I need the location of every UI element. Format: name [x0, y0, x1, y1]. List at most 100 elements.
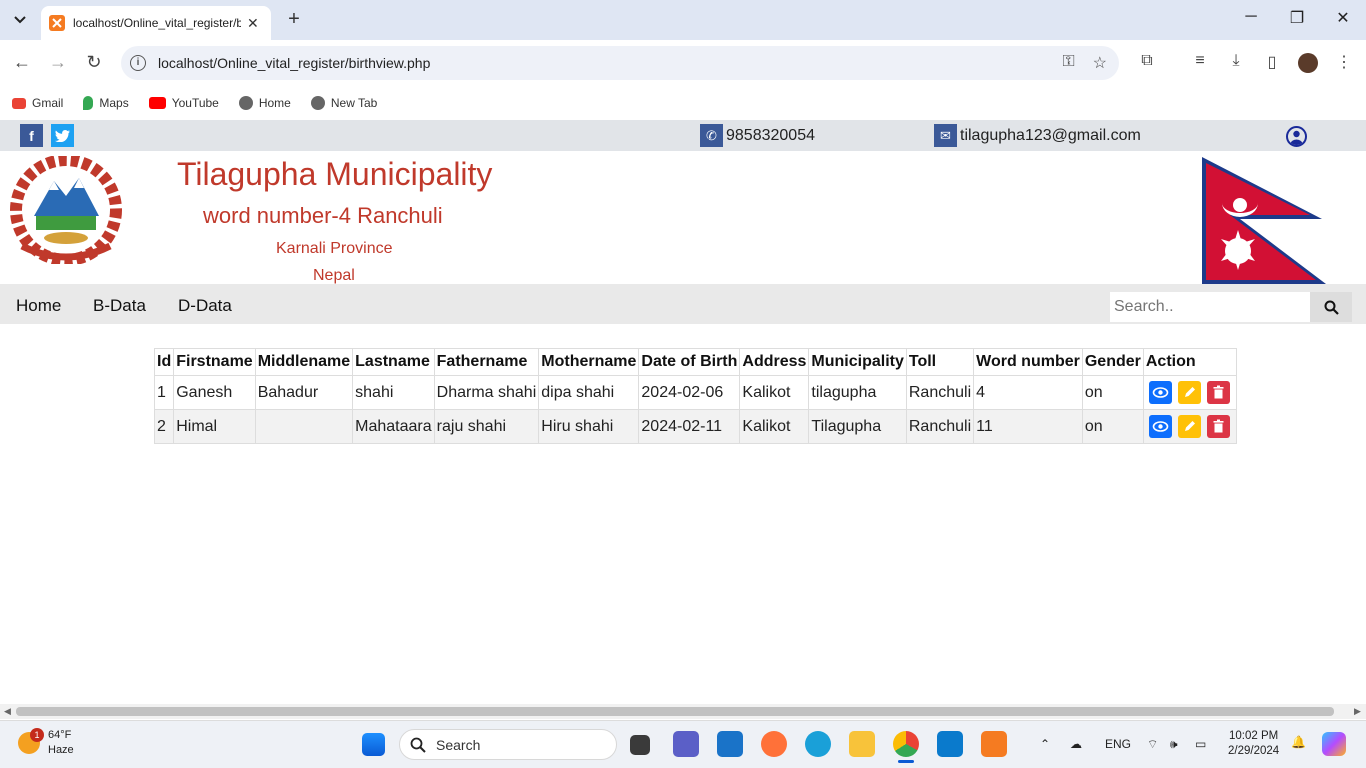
table-cell: raju shahi: [433, 409, 540, 444]
twitter-bird: [55, 129, 70, 142]
table-cell: Bahadur: [254, 375, 354, 410]
media-icon[interactable]: ≡: [1189, 52, 1211, 70]
nav-d-data[interactable]: D-Data: [178, 296, 232, 316]
profile-avatar[interactable]: [1298, 53, 1318, 73]
facebook-icon[interactable]: f: [20, 124, 43, 147]
table-cell: on: [1081, 375, 1144, 410]
password-key-icon[interactable]: ⚿: [1062, 53, 1074, 73]
edit-button[interactable]: [1177, 381, 1201, 404]
delete-button[interactable]: [1206, 415, 1230, 438]
bookmark-label: New Tab: [330, 96, 378, 110]
nepal-emblem-logo: [10, 156, 122, 264]
column-header: Word number: [973, 348, 1083, 376]
edit-button[interactable]: [1177, 415, 1201, 438]
table-cell: Himal: [173, 409, 256, 444]
new-tab-button[interactable]: +: [282, 8, 306, 31]
firefox-icon[interactable]: [761, 731, 787, 757]
search-icon: [1324, 300, 1339, 315]
task-view-icon[interactable]: [630, 735, 650, 755]
edge-icon[interactable]: [805, 731, 831, 757]
address-bar[interactable]: i localhost/Online_vital_register/birthv…: [121, 46, 1119, 80]
close-window-icon[interactable]: ✕: [1331, 8, 1355, 28]
nepal-flag-image: [1202, 157, 1326, 284]
search-icon: [410, 737, 426, 753]
contact-bar: [0, 120, 1366, 151]
browser-tab[interactable]: localhost/Online_vital_register/b ✕: [41, 6, 271, 40]
chrome-icon[interactable]: [893, 731, 919, 757]
scroll-left-icon[interactable]: ◀: [4, 706, 11, 717]
weather-temp: 64°F: [48, 729, 72, 741]
tab-search-button[interactable]: [8, 8, 32, 32]
minimize-icon[interactable]: ─: [1239, 8, 1263, 26]
weather-widget[interactable]: 1 64°F Haze: [18, 728, 74, 758]
volume-icon[interactable]: 🕪: [1170, 737, 1178, 752]
bookmark-youtube[interactable]: YouTube: [148, 96, 219, 110]
download-icon[interactable]: ⤓: [1225, 52, 1247, 70]
forward-icon[interactable]: →: [46, 52, 70, 73]
extensions-icon[interactable]: ⧉: [1136, 52, 1158, 70]
envelope-icon: ✉: [934, 124, 957, 147]
view-button[interactable]: [1148, 381, 1172, 404]
search-button[interactable]: [1310, 292, 1352, 322]
wifi-icon[interactable]: ⌔: [1147, 737, 1158, 752]
restore-icon[interactable]: ❐: [1285, 8, 1309, 28]
table-cell: Kalikot: [739, 375, 810, 410]
bookmark-label: Maps: [99, 96, 129, 110]
xampp-icon[interactable]: [981, 731, 1007, 757]
scrollbar-thumb[interactable]: [16, 707, 1334, 716]
url-text[interactable]: localhost/Online_vital_register/birthvie…: [158, 55, 430, 71]
onedrive-cloud-icon[interactable]: ☁: [1070, 737, 1082, 751]
bookmark-new-tab[interactable]: New Tab: [310, 96, 378, 110]
horizontal-scrollbar[interactable]: ◀ ▶: [0, 704, 1366, 719]
email-address: tilagupha123@gmail.com: [960, 126, 1141, 144]
municipality-title: Tilagupha Municipality: [177, 156, 493, 192]
reload-icon[interactable]: ↻: [82, 52, 106, 73]
table-cell: Mahataara: [352, 409, 435, 444]
nav-home[interactable]: Home: [16, 296, 61, 316]
teams-icon[interactable]: [673, 731, 699, 757]
notification-bell-icon[interactable]: 🔔: [1291, 735, 1306, 749]
mail-icon[interactable]: [717, 731, 743, 757]
bookmark-label: Home: [258, 96, 291, 110]
start-windows-icon[interactable]: [362, 733, 385, 756]
bookmark-gmail[interactable]: Gmail: [12, 96, 63, 110]
bookmark-home[interactable]: Home: [238, 96, 291, 110]
table-cell: Kalikot: [739, 409, 810, 444]
view-button[interactable]: [1148, 415, 1172, 438]
bookmark-label: YouTube: [171, 96, 219, 110]
side-panel-icon[interactable]: ▯: [1261, 52, 1283, 72]
twitter-icon[interactable]: [51, 124, 74, 147]
table-header-row: Id Firstname Middlename Lastname Fathername M…: [153, 348, 1237, 376]
column-header: Address: [739, 348, 810, 376]
scroll-right-icon[interactable]: ▶: [1354, 706, 1361, 717]
site-info-icon[interactable]: i: [130, 55, 146, 71]
copilot-icon[interactable]: [1322, 732, 1346, 756]
battery-icon[interactable]: ▭: [1195, 737, 1206, 751]
taskbar-clock[interactable]: 10:02 PM 2/29/2024: [1228, 729, 1279, 759]
search-input[interactable]: [1110, 292, 1310, 322]
language-indicator[interactable]: ENG: [1105, 737, 1131, 751]
back-icon[interactable]: ←: [10, 52, 34, 73]
delete-button[interactable]: [1206, 381, 1230, 404]
bookmark-maps[interactable]: Maps: [83, 96, 129, 110]
file-explorer-icon[interactable]: [849, 731, 875, 757]
youtube-icon: [148, 97, 166, 109]
vscode-icon[interactable]: [937, 731, 963, 757]
column-header: Municipality: [808, 348, 907, 376]
table-cell: Ranchuli: [905, 409, 975, 444]
trash-icon: [1213, 419, 1224, 433]
bookmark-star-icon[interactable]: ☆: [1093, 53, 1107, 73]
taskbar-search[interactable]: Search: [399, 729, 617, 760]
active-app-indicator: [898, 760, 914, 763]
province-label: Karnali Province: [276, 240, 393, 257]
menu-kebab-icon[interactable]: ⋮: [1333, 52, 1355, 72]
user-account-icon[interactable]: [1286, 126, 1307, 147]
table-cell: 1: [153, 375, 175, 410]
close-tab-icon[interactable]: ✕: [247, 15, 259, 32]
action-cell: [1142, 409, 1237, 444]
clock-time: 10:02 PM: [1228, 730, 1279, 742]
birth-records-table: Id Firstname Middlename Lastname Fathername M…: [153, 348, 1237, 444]
chevron-up-icon[interactable]: ⌃: [1040, 737, 1050, 751]
pencil-icon: [1184, 387, 1195, 397]
nav-b-data[interactable]: B-Data: [93, 296, 146, 316]
